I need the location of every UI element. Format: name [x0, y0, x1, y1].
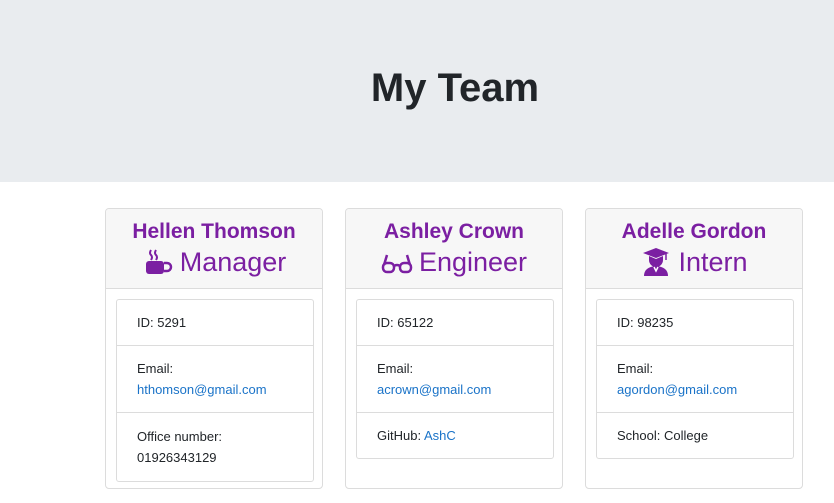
email-link[interactable]: acrown@gmail.com [377, 379, 533, 400]
details-list: ID: 65122 Email: acrown@gmail.com GitHub… [356, 299, 554, 459]
list-item-school: School: College [597, 413, 793, 458]
school-text: School: College [617, 428, 709, 443]
card-header: Ashley Crown Engineer [346, 209, 562, 289]
list-item-email: Email: agordon@gmail.com [597, 346, 793, 413]
card-header: Hellen Thomson Manager [106, 209, 322, 289]
employee-role: Manager [106, 246, 322, 278]
intern-card: Adelle Gordon Intern ID: 98235 Email: ag… [585, 208, 803, 489]
list-item-email: Email: hthomson@gmail.com [117, 346, 313, 413]
details-list: ID: 5291 Email: hthomson@gmail.com Offic… [116, 299, 314, 482]
list-item-id: ID: 98235 [597, 300, 793, 346]
email-label: Email: [617, 361, 654, 376]
graduate-icon [640, 247, 672, 277]
employee-name: Ashley Crown [383, 220, 525, 243]
email-link[interactable]: hthomson@gmail.com [137, 379, 293, 400]
email-label: Email: [377, 361, 414, 376]
list-item-github: GitHub: AshC [357, 413, 553, 458]
id-text: ID: 65122 [377, 315, 434, 330]
employee-role: Engineer [346, 246, 562, 278]
email-label: Email: [137, 361, 174, 376]
list-item-email: Email: acrown@gmail.com [357, 346, 553, 413]
details-list: ID: 98235 Email: agordon@gmail.com Schoo… [596, 299, 794, 459]
role-label: Engineer [418, 247, 528, 277]
list-item-id: ID: 65122 [357, 300, 553, 346]
coffee-mug-icon [142, 247, 174, 277]
github-link[interactable]: AshC [424, 428, 456, 443]
role-label: Intern [678, 247, 748, 277]
email-link[interactable]: agordon@gmail.com [617, 379, 773, 400]
id-text: ID: 98235 [617, 315, 674, 330]
employee-name: Adelle Gordon [621, 220, 767, 243]
employee-name: Hellen Thomson [132, 220, 296, 243]
office-label: Office number: [137, 429, 223, 444]
header-banner: My Team [0, 0, 834, 182]
github-label: GitHub: [377, 428, 422, 443]
id-text: ID: 5291 [137, 315, 187, 330]
list-item-id: ID: 5291 [117, 300, 313, 346]
glasses-icon [381, 247, 413, 277]
employee-role: Intern [586, 246, 802, 278]
page-title: My Team [370, 66, 540, 110]
card-header: Adelle Gordon Intern [586, 209, 802, 289]
list-item-office: Office number: 01926343129 [117, 413, 313, 481]
role-label: Manager [179, 247, 287, 277]
office-number: 01926343129 [137, 450, 217, 465]
manager-card: Hellen Thomson Manager ID: 5291 Email: h… [105, 208, 323, 489]
engineer-card: Ashley Crown Engineer ID: 65122 Email: a… [345, 208, 563, 489]
